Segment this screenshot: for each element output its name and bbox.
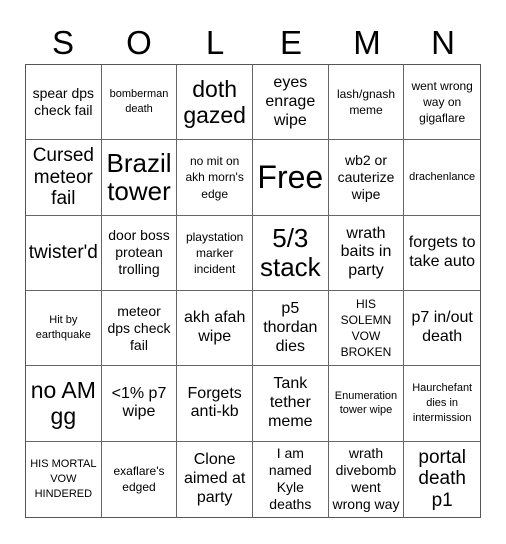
cell-text: wrath divebomb went wrong way <box>332 445 400 513</box>
bingo-cell[interactable]: exaflare's edged <box>102 441 178 517</box>
cell-text: wrath baits in party <box>340 224 392 280</box>
bingo-cell[interactable]: no AM gg <box>26 366 102 442</box>
bingo-cell[interactable]: bomberman death <box>101 65 178 141</box>
bingo-cell[interactable]: meteor dps check fail <box>101 291 178 367</box>
free-space-cell[interactable]: Free <box>252 140 329 216</box>
bingo-cell[interactable]: went wrong way on gigaflare <box>404 65 480 141</box>
cell-text: Haurchefant dies in intermission <box>412 382 473 424</box>
cell-text: playstation marker incident <box>185 229 244 276</box>
cell-text: drachenlance <box>409 171 476 184</box>
cell-text: no AM gg <box>30 377 96 430</box>
cell-text: Enumeration tower wipe <box>334 389 398 417</box>
bingo-cell[interactable]: Forgets anti-kb <box>177 366 253 442</box>
bingo-cell[interactable]: p5 thordan dies <box>252 291 329 367</box>
cell-text: akh afah wipe <box>183 309 246 346</box>
bingo-cell[interactable]: wrath baits in party <box>328 215 405 291</box>
header-letter-e: E <box>279 24 302 61</box>
header-letter-n: N <box>431 24 455 61</box>
bingo-cell[interactable]: akh afah wipe <box>177 291 253 367</box>
header-letter-s: S <box>51 24 74 61</box>
cell-text: p5 thordan dies <box>263 299 318 355</box>
cell-text: door boss protean trolling <box>108 227 170 278</box>
cell-text: I am named Kyle deaths <box>268 445 312 513</box>
cell-text: Hit by earthquake <box>35 314 91 342</box>
bingo-cell[interactable]: HIS MORTAL VOW HINDERED <box>26 441 102 517</box>
cell-text: meteor dps check fail <box>107 302 171 353</box>
cell-text: portal death p1 <box>418 446 466 512</box>
cell-text: no mit on akh morn's edge <box>185 154 244 201</box>
bingo-cell[interactable]: wb2 or cauterize wipe <box>328 140 405 216</box>
bingo-cell[interactable]: Hit by earthquake <box>26 291 102 367</box>
bingo-cell[interactable]: 5/3 stack <box>252 215 329 291</box>
header-letter-l: L <box>205 24 225 61</box>
cell-text: doth gazed <box>183 75 246 129</box>
cell-text: exaflare's edged <box>113 464 165 495</box>
bingo-cell[interactable]: lash/gnash meme <box>328 65 405 141</box>
bingo-cell[interactable]: Haurchefant dies in intermission <box>404 366 480 442</box>
bingo-cell[interactable]: forgets to take auto <box>404 216 480 291</box>
cell-text: HIS SOLEMN VOW BROKEN <box>340 296 392 360</box>
bingo-cell[interactable]: p7 in/out death <box>404 291 480 367</box>
header-letter-o: O <box>126 24 152 61</box>
bingo-cell[interactable]: I am named Kyle deaths <box>253 441 329 517</box>
bingo-cell[interactable]: Tank tether meme <box>252 366 329 442</box>
bingo-cell[interactable]: eyes enrage wipe <box>252 65 329 141</box>
bingo-header: S O L E M N <box>25 22 481 64</box>
cell-text: Cursed meteor fail <box>32 144 94 210</box>
cell-text: forgets to take auto <box>408 233 476 270</box>
cell-text: HIS MORTAL VOW HINDERED <box>30 458 97 500</box>
cell-text: <1% p7 wipe <box>111 384 167 421</box>
cell-text: went wrong way on gigaflare <box>411 78 473 126</box>
cell-text: p7 in/out death <box>411 309 473 346</box>
bingo-cell[interactable]: doth gazed <box>177 65 253 141</box>
bingo-cell[interactable]: no mit on akh morn's edge <box>177 140 253 216</box>
bingo-cell[interactable]: portal death p1 <box>404 442 480 517</box>
cell-text: Forgets anti-kb <box>187 384 242 421</box>
bingo-cell[interactable]: Enumeration tower wipe <box>328 366 405 442</box>
bingo-cell[interactable]: playstation marker incident <box>177 215 253 291</box>
bingo-cell[interactable]: door boss protean trolling <box>101 215 178 291</box>
cell-text: Brazil tower <box>106 147 172 207</box>
bingo-cell[interactable]: spear dps check fail <box>26 65 102 141</box>
bingo-board: spear dps check fail bomberman death dot… <box>25 64 481 518</box>
cell-text: spear dps check fail <box>32 85 95 119</box>
bingo-cell[interactable]: twister'd <box>26 215 102 291</box>
cell-text: Tank tether meme <box>268 375 313 430</box>
bingo-cell[interactable]: drachenlance <box>404 140 480 216</box>
cell-text: 5/3 stack <box>259 223 321 282</box>
cell-text: twister'd <box>28 241 98 263</box>
bingo-cell[interactable]: Cursed meteor fail <box>26 140 102 216</box>
cell-text: eyes enrage wipe <box>265 73 316 129</box>
cell-text: Free <box>257 159 324 196</box>
bingo-cell[interactable]: Clone aimed at party <box>177 441 253 517</box>
bingo-cell[interactable]: <1% p7 wipe <box>101 366 178 442</box>
cell-text: bomberman death <box>109 88 169 116</box>
header-letter-m: M <box>353 24 381 61</box>
bingo-cell[interactable]: wrath divebomb went wrong way <box>329 441 405 517</box>
bingo-cell[interactable]: HIS SOLEMN VOW BROKEN <box>328 291 405 367</box>
bingo-cell[interactable]: Brazil tower <box>101 140 178 216</box>
cell-text: lash/gnash meme <box>336 86 396 118</box>
cell-text: wb2 or cauterize wipe <box>337 151 395 203</box>
cell-text: Clone aimed at party <box>183 451 246 506</box>
